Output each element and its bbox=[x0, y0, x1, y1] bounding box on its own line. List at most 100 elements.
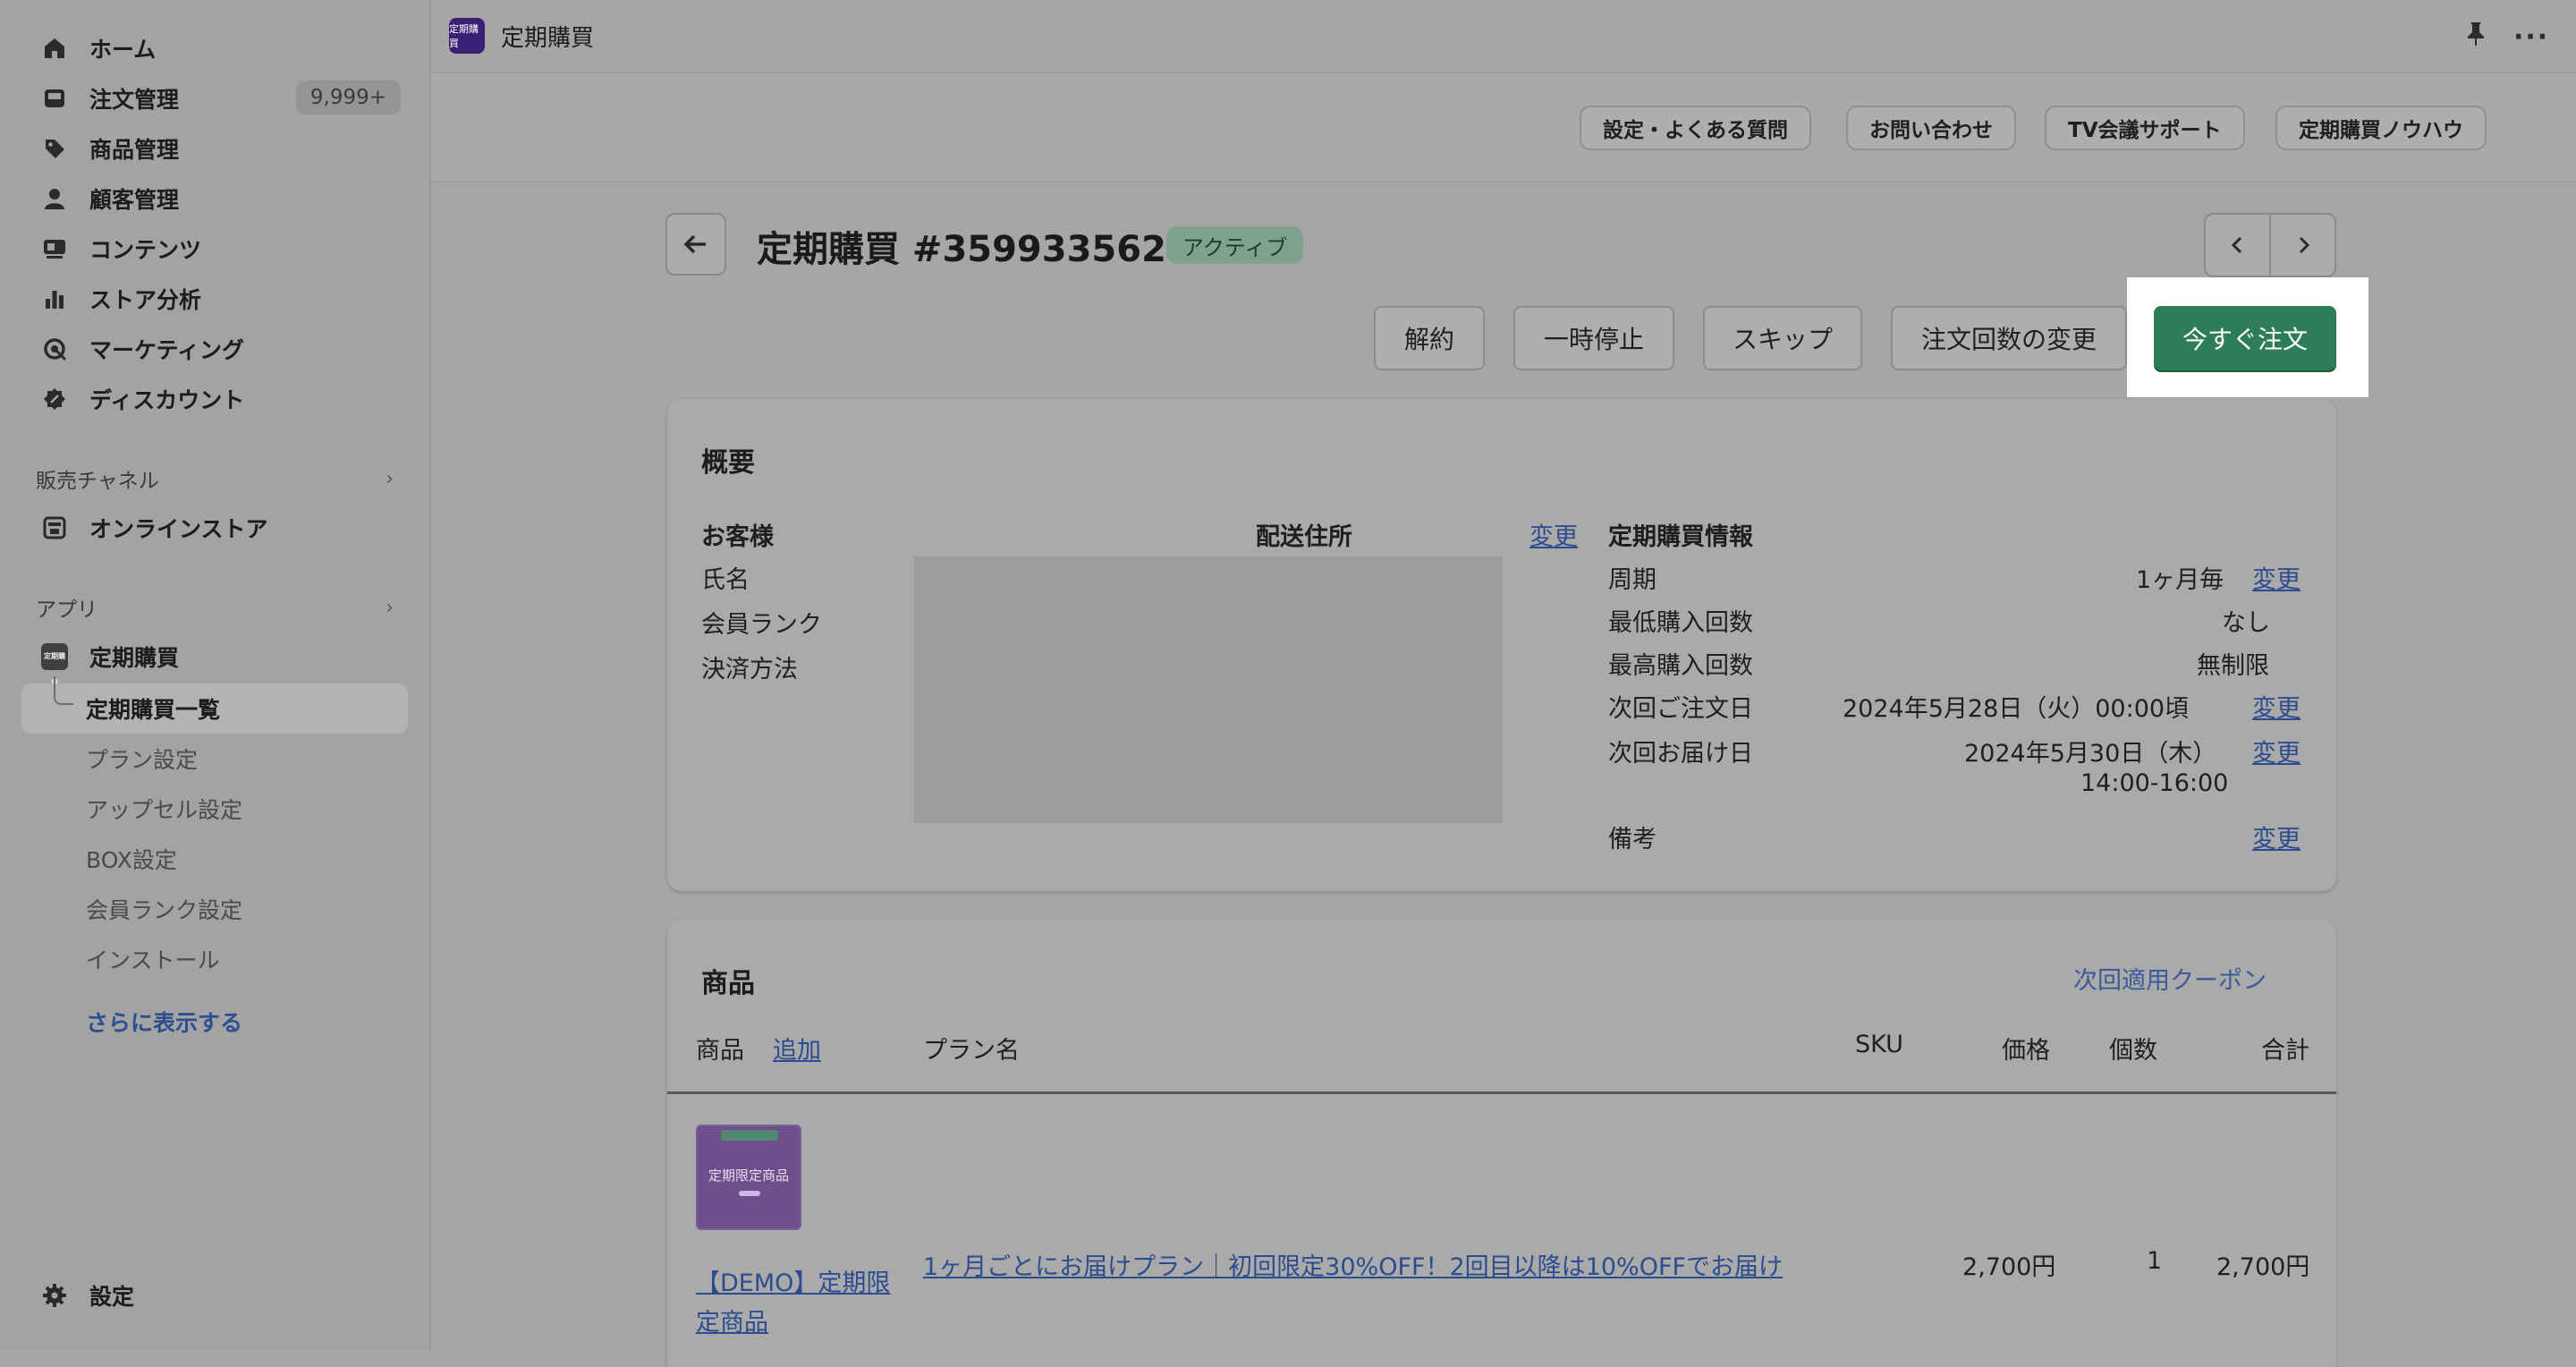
next-order-date-label: 次回ご注文日 bbox=[1608, 695, 1753, 723]
product-name-link[interactable]: 【DEMO】定期限 bbox=[696, 1263, 890, 1298]
next-record-button[interactable] bbox=[2271, 215, 2334, 276]
change-order-count-button[interactable]: 注文回数の変更 bbox=[1891, 306, 2127, 370]
nav-online-store-label: オンラインストア bbox=[89, 516, 268, 542]
customer-heading: お客様 bbox=[701, 523, 774, 551]
col-product-header: 商品 bbox=[696, 1037, 744, 1065]
next-order-date-change-link[interactable]: 変更 bbox=[2252, 689, 2301, 724]
app-logo-icon: 定期購買 bbox=[39, 641, 70, 687]
apps-header[interactable]: アプリ › bbox=[36, 592, 394, 623]
sub-item-box-settings[interactable]: BOX設定 bbox=[86, 843, 177, 875]
thumbnail-decoration bbox=[739, 1191, 760, 1196]
nav-home[interactable]: ホーム bbox=[39, 29, 397, 68]
skip-button[interactable]: スキップ bbox=[1703, 306, 1862, 370]
col-total-header: 合計 bbox=[2261, 1037, 2309, 1065]
col-sku-header: SKU bbox=[1855, 1031, 1903, 1058]
nav-discounts-label: ディスカウント bbox=[89, 387, 245, 413]
pause-button[interactable]: 一時停止 bbox=[1513, 306, 1674, 370]
help-contact-button[interactable]: お問い合わせ bbox=[1846, 106, 2016, 150]
nav-content-label: コンテンツ bbox=[89, 237, 202, 263]
products-title: 商品 bbox=[701, 968, 755, 999]
tag-icon bbox=[39, 133, 70, 164]
app-topbar bbox=[431, 0, 2576, 73]
nav-customers-label: 顧客管理 bbox=[89, 187, 180, 213]
min-purchase-label: 最低購入回数 bbox=[1608, 609, 1753, 637]
notes-change-link[interactable]: 変更 bbox=[2252, 819, 2301, 854]
cycle-change-link[interactable]: 変更 bbox=[2252, 560, 2301, 595]
member-rank-label: 会員ランク bbox=[701, 611, 822, 639]
nav-settings-label: 設定 bbox=[89, 1284, 135, 1310]
sales-channels-header[interactable]: 販売チャネル › bbox=[36, 463, 394, 494]
product-total: 2,700円 bbox=[2216, 1253, 2310, 1281]
more-options-icon[interactable]: ··· bbox=[2513, 21, 2549, 53]
chevron-right-icon bbox=[2299, 236, 2309, 254]
show-more-link[interactable]: さらに表示する bbox=[86, 1006, 242, 1038]
nav-online-store[interactable]: オンラインストア bbox=[39, 508, 397, 548]
chevron-right-icon: › bbox=[386, 596, 394, 619]
help-knowhow-button[interactable]: 定期購買ノウハウ bbox=[2275, 106, 2487, 150]
arrow-left-icon bbox=[683, 234, 706, 254]
product-price: 2,700円 bbox=[1962, 1253, 2056, 1281]
app-logo-mini: 定期購買 bbox=[41, 643, 68, 687]
nav-analytics[interactable]: ストア分析 bbox=[39, 279, 397, 318]
nav-analytics-label: ストア分析 bbox=[89, 287, 202, 313]
app-logo: 定期購買 bbox=[449, 18, 485, 54]
nav-discounts[interactable]: ディスカウント bbox=[39, 379, 397, 419]
next-delivery-date-label: 次回お届け日 bbox=[1608, 740, 1753, 768]
sub-item-plan-settings[interactable]: プラン設定 bbox=[86, 743, 198, 775]
notes-label: 備考 bbox=[1608, 826, 1657, 853]
nav-customers[interactable]: 顧客管理 bbox=[39, 179, 397, 218]
content-icon bbox=[39, 233, 70, 264]
sub-item-member-rank-settings[interactable]: 会員ランク設定 bbox=[86, 893, 242, 925]
status-badge: アクティブ bbox=[1166, 226, 1304, 264]
shipping-address-heading: 配送住所 bbox=[1256, 523, 1352, 551]
nav-products-label: 商品管理 bbox=[89, 137, 180, 163]
shipping-change-link[interactable]: 変更 bbox=[1530, 517, 1578, 552]
page-title: 定期購買 #3599335629 bbox=[757, 229, 1191, 270]
next-delivery-date-change-link[interactable]: 変更 bbox=[2252, 734, 2301, 768]
orders-count-badge: 9,999+ bbox=[295, 81, 401, 115]
product-name-link-line2[interactable]: 定商品 bbox=[696, 1303, 768, 1337]
back-button[interactable] bbox=[665, 213, 726, 276]
next-coupon-link[interactable]: 次回適用クーポン bbox=[2073, 961, 2267, 996]
sidebar: ホーム 注文管理 9,999+ 商品管理 顧客管理 コンテンツ ストア分析 マー… bbox=[0, 0, 431, 1351]
col-plan-header: プラン名 bbox=[923, 1037, 1020, 1065]
sub-item-subscription-list[interactable]: 定期購買一覧 bbox=[86, 692, 220, 725]
next-order-date-value: 2024年5月28日（火）00:00頃 bbox=[1843, 695, 2190, 723]
previous-record-button[interactable] bbox=[2206, 215, 2271, 276]
target-icon bbox=[39, 334, 70, 364]
nav-home-label: ホーム bbox=[89, 37, 157, 63]
order-now-button[interactable]: 今すぐ注文 bbox=[2154, 306, 2336, 370]
chevron-left-icon bbox=[2231, 236, 2241, 254]
overview-title: 概要 bbox=[701, 447, 755, 479]
subscription-info-heading: 定期購買情報 bbox=[1608, 523, 1753, 551]
thumbnail-text: 定期限定商品 bbox=[708, 1167, 789, 1184]
store-icon bbox=[39, 513, 70, 543]
cancel-subscription-button[interactable]: 解約 bbox=[1374, 306, 1485, 370]
nav-orders[interactable]: 注文管理 9,999+ bbox=[39, 79, 401, 118]
next-delivery-time-value: 14:00-16:00 bbox=[2080, 769, 2229, 797]
apps-title: アプリ bbox=[36, 599, 97, 622]
cycle-label: 周期 bbox=[1608, 566, 1657, 594]
home-icon bbox=[39, 33, 70, 64]
nav-app-subscription[interactable]: 定期購買 定期購買 bbox=[39, 637, 397, 687]
nav-products[interactable]: 商品管理 bbox=[39, 129, 397, 168]
bar-chart-icon bbox=[39, 284, 70, 314]
help-faq-button[interactable]: 設定・よくある質問 bbox=[1580, 106, 1811, 150]
cycle-value: 1ヶ月毎 bbox=[2136, 566, 2224, 594]
table-header-divider bbox=[667, 1091, 2336, 1094]
nav-settings[interactable]: 設定 bbox=[39, 1276, 397, 1315]
sub-item-upsell-settings[interactable]: アップセル設定 bbox=[86, 793, 242, 825]
pin-icon[interactable] bbox=[2462, 20, 2490, 52]
nav-content[interactable]: コンテンツ bbox=[39, 229, 397, 268]
help-tv-support-button[interactable]: TV会議サポート bbox=[2045, 106, 2245, 150]
help-bar bbox=[431, 73, 2576, 183]
nav-marketing[interactable]: マーケティング bbox=[39, 329, 397, 369]
nav-app-label: 定期購買 bbox=[89, 645, 180, 671]
record-pager bbox=[2204, 213, 2336, 277]
sub-item-install[interactable]: インストール bbox=[86, 943, 220, 975]
plan-name-link[interactable]: 1ヶ月ごとにお届けプラン｜初回限定30%OFF！2回目以降は10%OFFでお届け bbox=[923, 1247, 1783, 1282]
col-qty-header: 個数 bbox=[2109, 1037, 2157, 1065]
payment-method-label: 決済方法 bbox=[701, 656, 798, 684]
product-thumbnail[interactable]: 定期限定商品 bbox=[696, 1125, 801, 1230]
add-product-link[interactable]: 追加 bbox=[773, 1031, 821, 1066]
